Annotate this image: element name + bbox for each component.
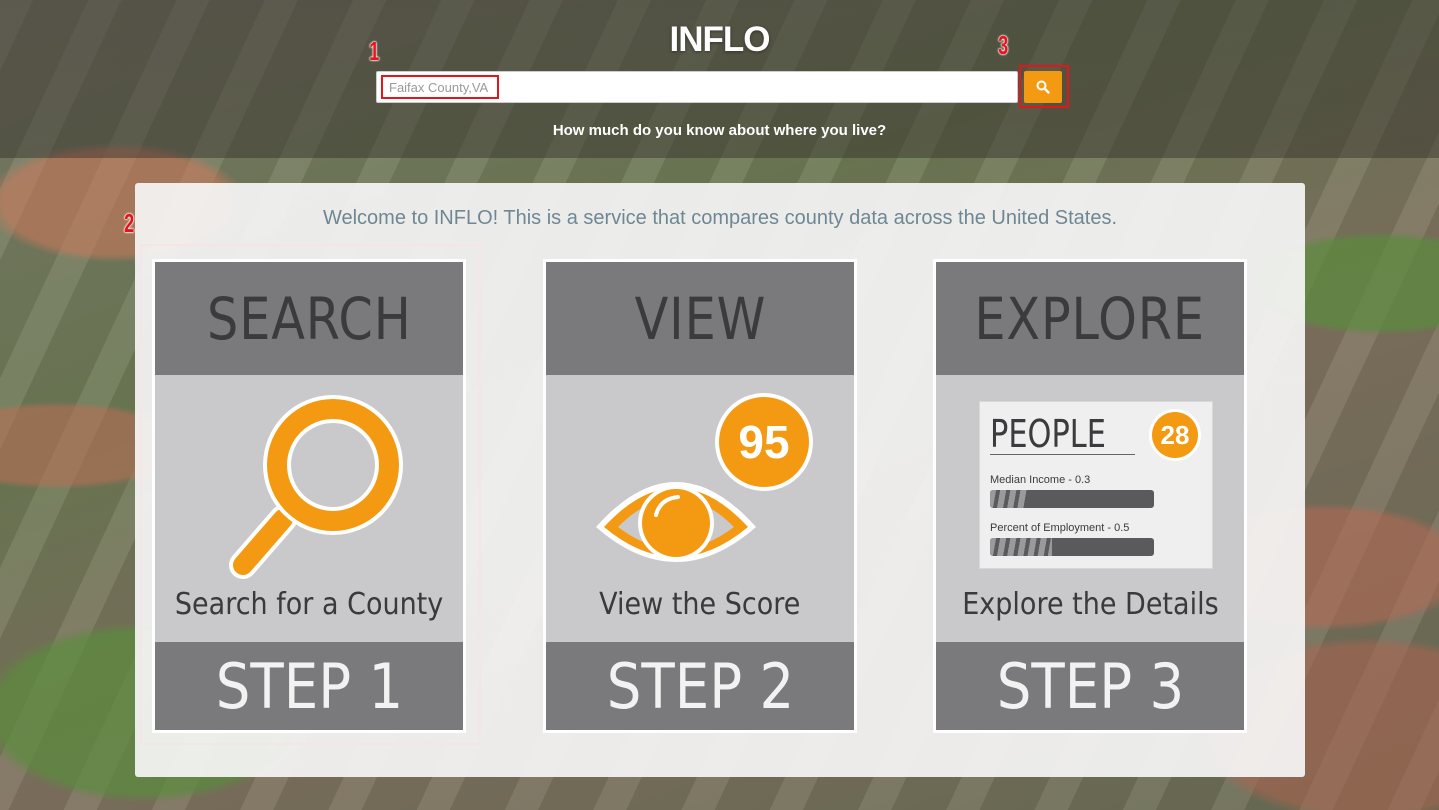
people-card-icon: PEOPLE 28 Median Income - 0.3 Percent of… xyxy=(979,401,1213,569)
step-1-label: STEP 1 xyxy=(155,642,463,730)
annotation-number-1: 1 xyxy=(369,36,380,66)
step-2-label: STEP 2 xyxy=(546,642,854,730)
app-title: INFLO xyxy=(669,20,771,59)
annotation-box-search-button xyxy=(1019,65,1069,108)
people-title: PEOPLE xyxy=(990,414,1135,455)
step-1-heading: SEARCH xyxy=(155,262,463,375)
annotation-box-search-input xyxy=(381,75,499,99)
magnifier-icon xyxy=(229,395,403,579)
metric-label-employment: Percent of Employment - 0.5 xyxy=(990,522,1130,534)
tagline: How much do you know about where you liv… xyxy=(552,122,887,139)
welcome-text: Welcome to INFLO! This is a service that… xyxy=(322,207,1118,229)
step-2-caption: View the Score xyxy=(599,587,801,622)
annotation-number-3: 3 xyxy=(998,30,1009,60)
metric-bar-employment xyxy=(990,538,1154,556)
step-1-card[interactable]: SEARCH Search for a County STEP 1 xyxy=(152,259,466,733)
step-3-card[interactable]: EXPLORE PEOPLE 28 Median Income - 0.3 Pe… xyxy=(933,259,1247,733)
step-3-caption: Explore the Details xyxy=(961,587,1219,622)
metric-fill xyxy=(990,538,1052,556)
metric-label-median-income: Median Income - 0.3 xyxy=(990,474,1091,486)
step-3-label: STEP 3 xyxy=(936,642,1244,730)
welcome-panel: Welcome to INFLO! This is a service that… xyxy=(135,183,1305,777)
metric-bar-median-income xyxy=(990,490,1154,508)
annotation-number-2: 2 xyxy=(124,208,135,238)
step-2-card[interactable]: VIEW 95 View the Score STEP 2 xyxy=(543,259,857,733)
step-2-heading: VIEW xyxy=(546,262,854,375)
step-1-caption: Search for a County xyxy=(174,587,444,622)
people-score-badge: 28 xyxy=(1152,412,1198,458)
metric-fill xyxy=(990,490,1027,508)
score-badge: 95 xyxy=(719,397,809,487)
step-3-heading: EXPLORE xyxy=(936,262,1244,375)
